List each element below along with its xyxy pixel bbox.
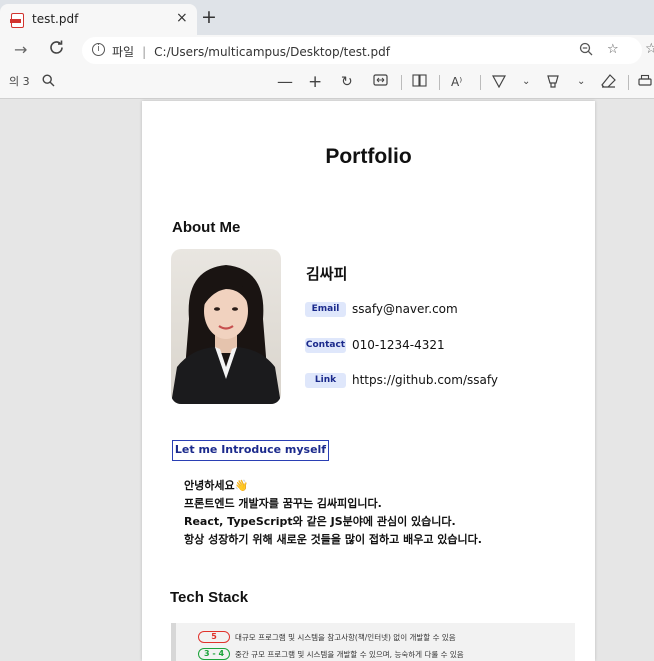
intro-line: 안녕하세요👋 — [184, 479, 249, 492]
pdf-toolbar: 의 3 — + ↻ A⁾ ⌄ ⌄ — [0, 66, 654, 99]
refresh-icon[interactable] — [48, 39, 65, 60]
chevron-down-icon[interactable]: ⌄ — [522, 74, 530, 90]
favorites-add-icon[interactable]: ☆ — [607, 42, 619, 57]
toolbar-divider — [401, 75, 402, 90]
info-icon[interactable]: i — [92, 43, 105, 56]
url-text: 파일 | C:/Users/multicampus/Desktop/test.pdf — [112, 45, 390, 59]
search-icon[interactable] — [42, 74, 55, 92]
skill-level-legend: 5 대규모 프로그램 및 시스템을 참고사항(책/인터넷) 없이 개발할 수 있… — [171, 623, 575, 661]
address-bar-row: → i 파일 | C:/Users/multicampus/Desktop/test… — [0, 35, 654, 66]
zoom-in-icon[interactable]: + — [308, 74, 322, 91]
intro-line: 항상 성장하기 위해 새로운 것들을 많이 접하고 배우고 있습니다. — [184, 533, 482, 546]
read-aloud-icon[interactable]: A⁾ — [451, 74, 462, 90]
print-icon[interactable] — [638, 74, 652, 93]
tab-strip: test.pdf × + — [0, 0, 654, 35]
link-value[interactable]: https://github.com/ssafy — [352, 373, 498, 387]
toolbar-divider — [628, 75, 629, 90]
intro-line: React, TypeScript와 같은 JS분야에 관심이 있습니다. — [184, 515, 456, 528]
contact-value: 010-1234-4321 — [352, 338, 445, 352]
about-heading: About Me — [172, 219, 241, 236]
document-title: Portfolio — [325, 145, 412, 168]
new-tab-button[interactable]: + — [201, 8, 217, 27]
toolbar-divider — [439, 75, 440, 90]
skill-level-badge: 5 — [198, 631, 230, 643]
introduce-myself-button[interactable]: Let me Introduce myself — [172, 440, 329, 461]
draw-icon[interactable] — [491, 74, 507, 93]
skill-level-badge: 3 - 4 — [198, 648, 230, 660]
eraser-icon[interactable] — [601, 74, 616, 93]
email-value: ssafy@naver.com — [352, 302, 458, 316]
profile-name: 김싸피 — [306, 265, 348, 283]
tab-test-pdf[interactable]: test.pdf × — [0, 4, 197, 35]
rotate-icon[interactable]: ↻ — [341, 74, 353, 90]
toolbar-divider — [480, 75, 481, 90]
forward-arrow-icon[interactable]: → — [14, 40, 27, 59]
email-badge: Email — [305, 302, 346, 317]
intro-line: 프론트엔드 개발자를 꿈꾸는 김싸피입니다. — [184, 497, 382, 510]
highlight-icon[interactable] — [546, 74, 560, 93]
favorites-icon[interactable]: ☆ — [645, 41, 654, 57]
page-view-icon[interactable] — [412, 74, 427, 92]
skill-level-desc: 중간 규모 프로그램 및 시스템을 개발할 수 있으며, 능숙하게 다룰 수 있… — [235, 650, 464, 659]
chevron-down-icon[interactable]: ⌄ — [577, 74, 585, 90]
profile-photo — [171, 249, 281, 404]
zoom-out-icon[interactable]: — — [277, 74, 293, 90]
skill-level-desc: 대규모 프로그램 및 시스템을 참고사항(책/인터넷) 없이 개발할 수 있음 — [235, 633, 456, 642]
pdf-file-icon — [10, 13, 24, 28]
tab-title: test.pdf — [32, 12, 79, 26]
url-field[interactable]: i 파일 | C:/Users/multicampus/Desktop/test.p… — [82, 37, 642, 64]
tech-stack-heading: Tech Stack — [170, 589, 249, 606]
page-count: 의 3 — [9, 75, 30, 88]
close-tab-icon[interactable]: × — [176, 10, 188, 26]
link-badge: Link — [305, 373, 346, 388]
zoom-icon[interactable] — [579, 42, 593, 60]
fit-page-icon[interactable] — [373, 74, 388, 91]
pdf-page: Portfolio About Me 김싸피 Email ssafy@naver… — [142, 101, 595, 661]
contact-badge: Contact — [305, 338, 346, 353]
